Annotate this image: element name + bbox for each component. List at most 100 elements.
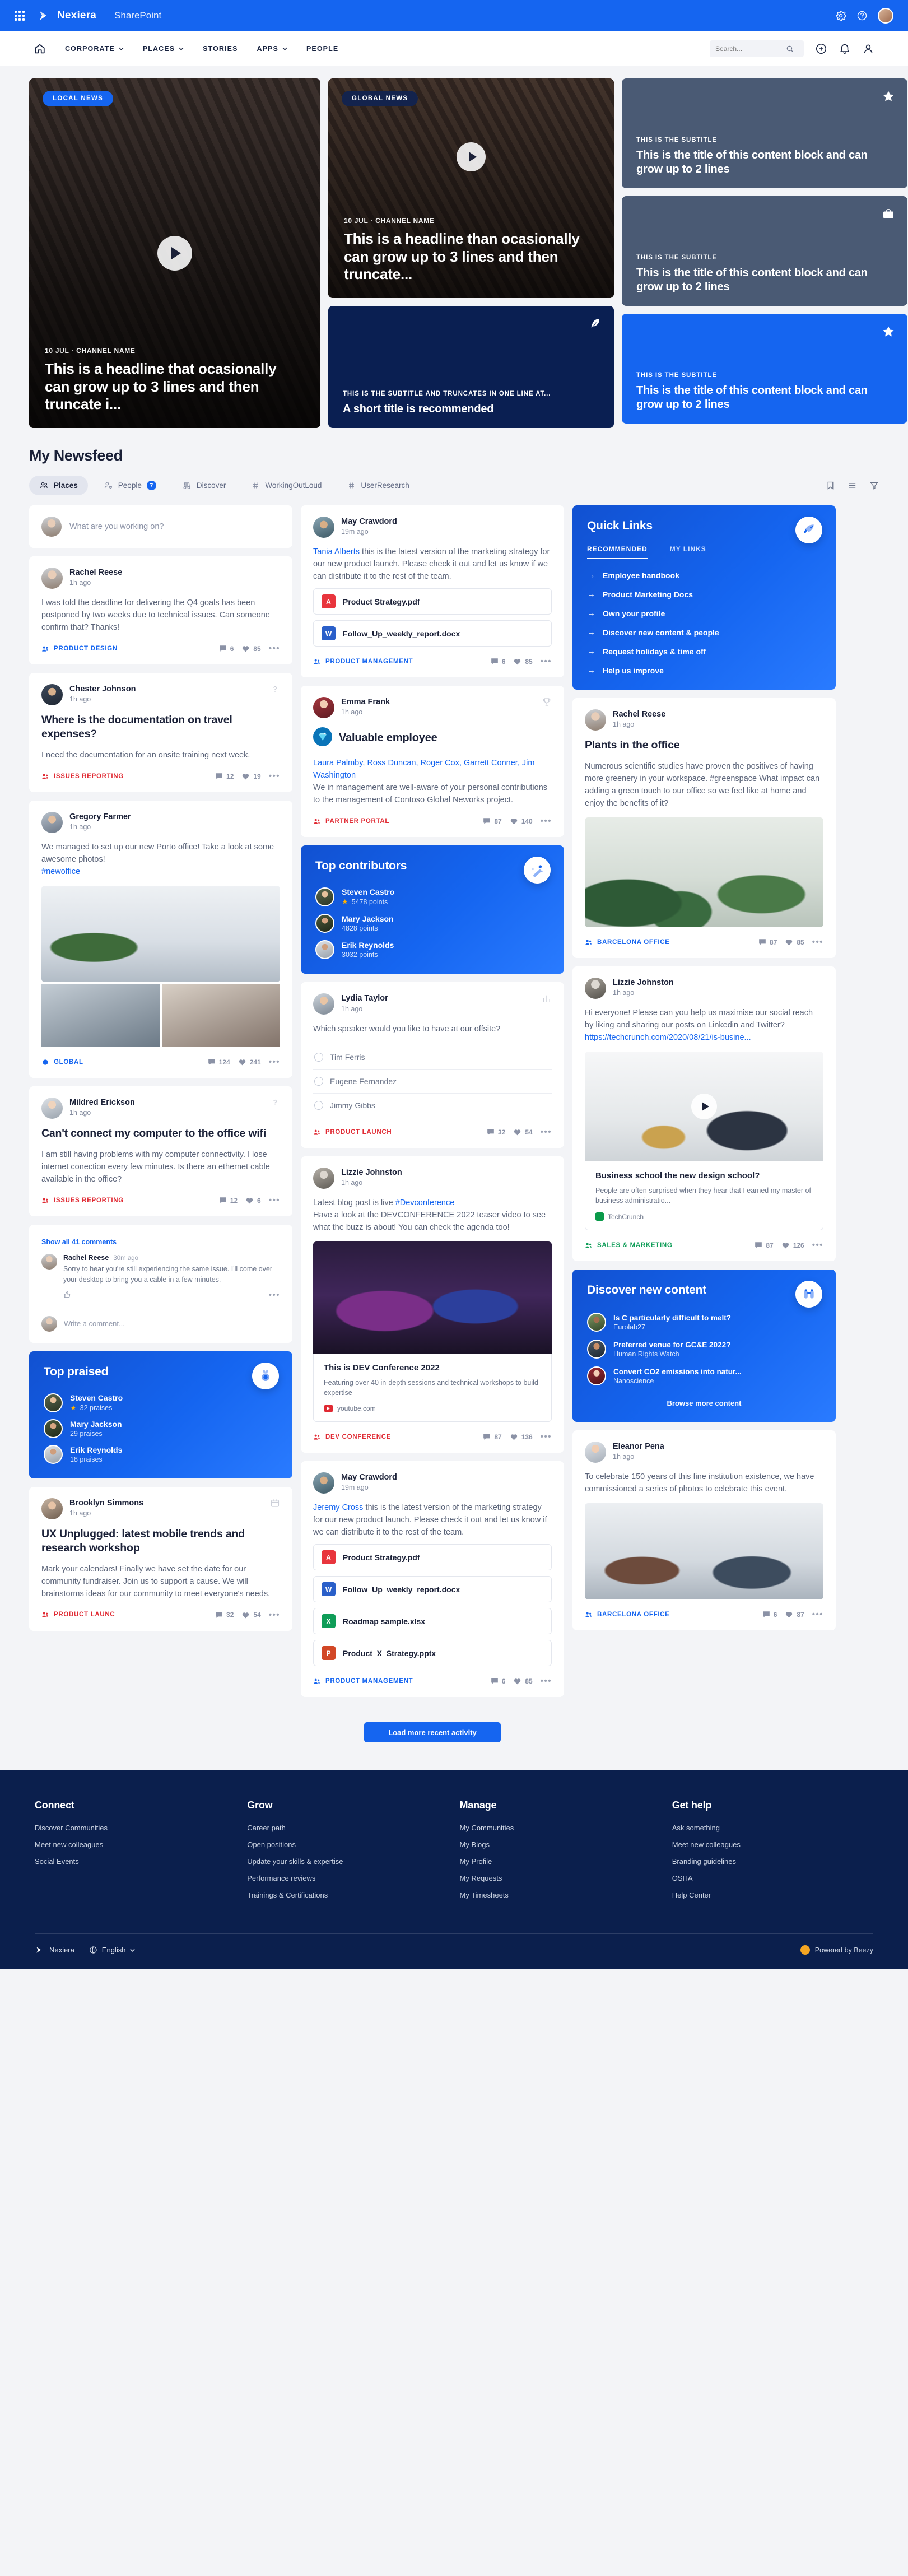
hero-card-right-1[interactable]: THIS IS THE SUBTITLE This is the title o… bbox=[622, 78, 907, 188]
author-name[interactable]: Chester Johnson bbox=[69, 684, 136, 694]
footer-link[interactable]: My Requests bbox=[460, 1874, 661, 1882]
post-channel[interactable]: PRODUCT MANAGEMENT bbox=[313, 1678, 413, 1685]
hero-card-right-2[interactable]: THIS IS THE SUBTITLE This is the title o… bbox=[622, 196, 907, 306]
mention-link[interactable]: Jeremy Cross bbox=[313, 1503, 363, 1512]
post-channel[interactable]: SALES & MARKETING bbox=[585, 1242, 673, 1249]
footer-link[interactable]: My Profile bbox=[460, 1857, 661, 1866]
praised-row[interactable]: Erik Reynolds 18 praises bbox=[44, 1444, 278, 1464]
more-options-icon[interactable]: ••• bbox=[812, 1240, 823, 1250]
file-attachment[interactable]: W Follow_Up_weekly_report.docx bbox=[313, 1576, 552, 1603]
contributor-row[interactable]: Erik Reynolds 3032 points bbox=[315, 940, 550, 960]
settings-icon[interactable] bbox=[835, 10, 846, 21]
post-channel[interactable]: DEV CONFERENCE bbox=[313, 1434, 391, 1440]
hero-card-short-title[interactable]: THIS IS THE SUBTITLE AND TRUNCATES IN ON… bbox=[328, 306, 614, 428]
play-button[interactable] bbox=[691, 1094, 717, 1120]
post-channel[interactable]: BARCELONA OFFICE bbox=[585, 939, 670, 946]
post-image-meeting-2[interactable] bbox=[162, 984, 280, 1048]
footer-link[interactable]: Meet new colleagues bbox=[672, 1840, 873, 1849]
browse-more-content-button[interactable]: Browse more content bbox=[587, 1399, 821, 1407]
comment-count[interactable]: 12 bbox=[215, 773, 234, 780]
filter-chip-discover[interactable]: Discover bbox=[172, 476, 236, 495]
avatar[interactable] bbox=[313, 697, 334, 719]
file-attachment[interactable]: A Product Strategy.pdf bbox=[313, 1544, 552, 1571]
quick-link-item[interactable]: → Product Marketing Docs bbox=[587, 589, 821, 599]
like-count[interactable]: 85 bbox=[513, 658, 533, 666]
author-name[interactable]: Rachel Reese bbox=[613, 709, 665, 719]
more-options-icon[interactable]: ••• bbox=[269, 1057, 280, 1067]
footer-brand[interactable]: Nexiera bbox=[35, 1945, 74, 1955]
comment-count[interactable]: 87 bbox=[755, 1241, 774, 1249]
comment-author[interactable]: Rachel Reese bbox=[63, 1254, 109, 1262]
person-icon[interactable] bbox=[862, 43, 874, 55]
comment-count[interactable]: 6 bbox=[491, 658, 505, 666]
poll-option[interactable]: Tim Ferris bbox=[313, 1045, 552, 1069]
help-icon[interactable] bbox=[856, 10, 868, 21]
filter-chip-people[interactable]: People 7 bbox=[94, 476, 166, 495]
avatar[interactable] bbox=[41, 1254, 57, 1270]
avatar[interactable] bbox=[41, 1098, 63, 1119]
post-image-conference[interactable] bbox=[313, 1241, 552, 1354]
like-count[interactable]: 54 bbox=[241, 1611, 261, 1619]
post-image-barcelona[interactable] bbox=[585, 1503, 823, 1600]
footer-link[interactable]: OSHA bbox=[672, 1874, 873, 1882]
comment-count[interactable]: 6 bbox=[491, 1677, 505, 1685]
footer-link[interactable]: Help Center bbox=[672, 1891, 873, 1899]
author-name[interactable]: Lizzie Johnston bbox=[341, 1168, 402, 1178]
hero-card-local-news[interactable]: LOCAL NEWS 10 JUL · CHANNEL NAME This is… bbox=[29, 78, 320, 428]
show-all-comments-link[interactable]: Show all 41 comments bbox=[41, 1238, 280, 1246]
load-more-button[interactable]: Load more recent activity bbox=[364, 1722, 501, 1743]
post-channel[interactable]: BARCELONA OFFICE bbox=[585, 1611, 670, 1618]
like-count[interactable]: 136 bbox=[510, 1433, 533, 1441]
more-options-icon[interactable]: ••• bbox=[269, 1196, 280, 1205]
praised-row[interactable]: Mary Jackson 29 praises bbox=[44, 1419, 278, 1438]
file-attachment[interactable]: W Follow_Up_weekly_report.docx bbox=[313, 620, 552, 647]
plus-icon[interactable] bbox=[815, 43, 827, 55]
nav-item-places[interactable]: PLACES bbox=[143, 45, 184, 53]
avatar[interactable] bbox=[313, 993, 334, 1015]
more-options-icon[interactable]: ••• bbox=[541, 1676, 552, 1686]
footer-link[interactable]: Branding guidelines bbox=[672, 1857, 873, 1866]
avatar[interactable] bbox=[41, 1498, 63, 1519]
comment-count[interactable]: 32 bbox=[487, 1128, 505, 1136]
nav-item-corporate[interactable]: CORPORATE bbox=[65, 45, 124, 53]
filter-chip-places[interactable]: Places bbox=[29, 476, 88, 495]
author-name[interactable]: Rachel Reese bbox=[69, 568, 122, 578]
footer-link[interactable]: Performance reviews bbox=[247, 1874, 448, 1882]
avatar[interactable] bbox=[313, 1168, 334, 1189]
nav-item-people[interactable]: PEOPLE bbox=[306, 45, 338, 53]
author-name[interactable]: Mildred Erickson bbox=[69, 1098, 135, 1108]
bookmark-icon[interactable] bbox=[826, 481, 835, 490]
quick-link-item[interactable]: → Help us improve bbox=[587, 666, 821, 675]
file-attachment[interactable]: X Roadmap sample.xlsx bbox=[313, 1608, 552, 1635]
file-attachment[interactable]: P Product_X_Strategy.pptx bbox=[313, 1640, 552, 1667]
comment-count[interactable]: 124 bbox=[208, 1058, 230, 1066]
post-channel[interactable]: ISSUES REPORTING bbox=[41, 773, 124, 780]
more-options-icon[interactable]: ••• bbox=[541, 816, 552, 826]
post-link[interactable]: https://techcrunch.com/2020/08/21/is-bus… bbox=[585, 1033, 751, 1042]
quick-link-item[interactable]: → Employee handbook bbox=[587, 570, 821, 580]
link-preview-card[interactable]: This is DEV Conference 2022 Featuring ov… bbox=[313, 1354, 552, 1422]
footer-link[interactable]: Update your skills & expertise bbox=[247, 1857, 448, 1866]
post-hashtag[interactable]: #newoffice bbox=[41, 867, 80, 876]
like-count[interactable]: 140 bbox=[510, 817, 533, 825]
comment-count[interactable]: 87 bbox=[483, 817, 502, 825]
discover-item[interactable]: Is C particularly difficult to melt? Eur… bbox=[587, 1313, 821, 1332]
comment-count[interactable]: 12 bbox=[219, 1197, 238, 1205]
footer-link[interactable]: My Communities bbox=[460, 1824, 661, 1832]
discover-item[interactable]: Convert CO2 emissions into natur... Nano… bbox=[587, 1366, 821, 1386]
post-channel[interactable]: PRODUCT MANAGEMENT bbox=[313, 658, 413, 665]
post-channel[interactable]: PRODUCT DESIGN bbox=[41, 645, 118, 652]
poll-option[interactable]: Eugene Fernandez bbox=[313, 1069, 552, 1093]
more-options-icon[interactable]: ••• bbox=[541, 657, 552, 666]
mention-link[interactable]: Laura Palmby, Ross Duncan, Roger Cox, Ga… bbox=[313, 759, 534, 780]
like-count[interactable]: 87 bbox=[785, 1611, 804, 1619]
search-box[interactable] bbox=[710, 40, 804, 57]
hero-card-global-news[interactable]: GLOBAL NEWS 10 JUL · CHANNEL NAME This i… bbox=[328, 78, 614, 298]
like-count[interactable]: 85 bbox=[241, 645, 261, 653]
list-icon[interactable] bbox=[848, 481, 857, 490]
quick-link-item[interactable]: → Discover new content & people bbox=[587, 627, 821, 637]
contributor-row[interactable]: Mary Jackson 4828 points bbox=[315, 914, 550, 933]
like-count[interactable]: 54 bbox=[513, 1128, 533, 1136]
app-launcher-icon[interactable] bbox=[15, 11, 25, 21]
more-options-icon[interactable]: ••• bbox=[812, 937, 823, 947]
